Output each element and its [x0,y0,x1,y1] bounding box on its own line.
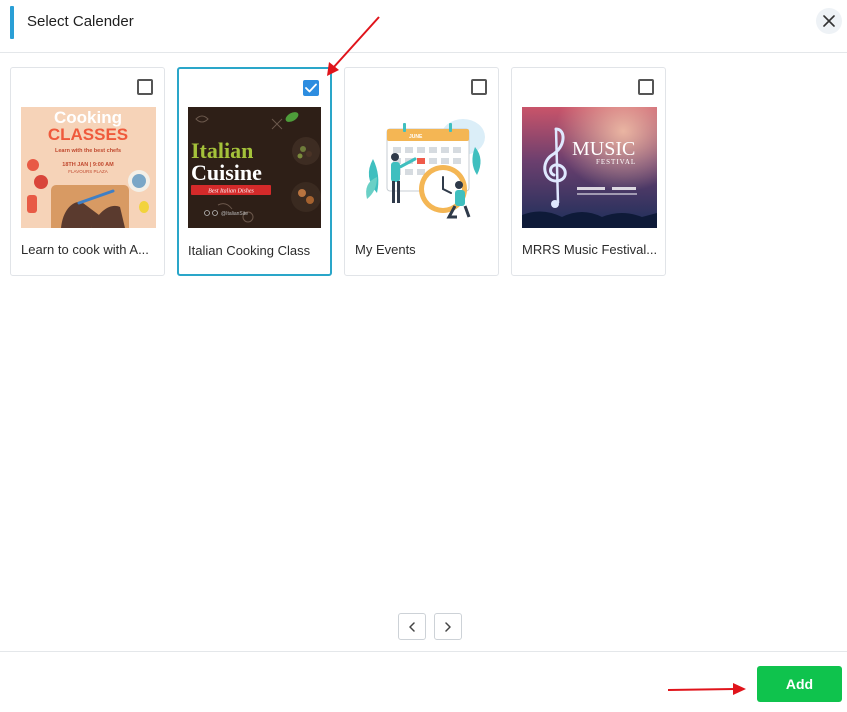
calendar-checkbox-checked[interactable] [303,80,319,96]
calendar-label: MRRS Music Festival... [522,242,658,257]
thumb-cooking-line2: CLASSES [48,125,128,144]
dialog-header: Select Calender [0,0,847,53]
calendar-card-my-events[interactable]: JUNE My Events [344,67,499,276]
pagination-next-button[interactable] [434,613,462,640]
chevron-left-icon [409,621,415,632]
thumb-music-line2: FESTIVAL [596,158,636,166]
calendar-thumbnail: MUSIC FESTIVAL [522,107,657,228]
calendar-label: My Events [355,242,416,257]
calendar-label: Italian Cooking Class [188,243,311,258]
calendar-thumbnail: Cooking CLASSES Learn with the best chef… [21,107,156,228]
header-accent-bar [10,6,14,39]
add-button[interactable]: Add [757,666,842,702]
calendar-card-cooking[interactable]: Cooking CLASSES Learn with the best chef… [10,67,165,276]
thumb-italian-badge: Best Italian Dishes [208,189,254,195]
close-button[interactable] [816,8,842,34]
thumb-cooking-tagline: Learn with the best chefs [55,148,121,154]
thumb-italian-handle: @ItalianSite [221,211,248,217]
check-icon [305,83,317,93]
calendar-thumbnail: JUNE [355,107,490,228]
footer-divider [0,651,847,652]
calendar-card-music[interactable]: MUSIC FESTIVAL MRRS Music Festival... [511,67,666,276]
calendar-checkbox[interactable] [137,79,153,95]
calendar-thumbnail: Italian Cuisine Best Italian Dishes @Ita… [188,107,323,228]
pagination-prev-button[interactable] [398,613,426,640]
chevron-right-icon [445,621,451,632]
thumb-cooking-venue: FLAVOURS PLAZA [68,169,107,174]
calendar-label: Learn to cook with A... [21,242,149,257]
calendar-checkbox[interactable] [471,79,487,95]
calendar-checkbox[interactable] [638,79,654,95]
thumb-cooking-date: 18TH JAN | 9:00 AM [62,162,114,168]
thumb-italian-line2: Cuisine [191,160,262,185]
dialog-title: Select Calender [27,13,134,30]
close-icon [823,15,835,27]
arrow-to-add-button-icon [667,683,746,695]
calendar-card-italian[interactable]: Italian Cuisine Best Italian Dishes @Ita… [177,67,332,276]
thumb-events-month: JUNE [409,134,423,140]
thumb-music-line1: MUSIC [572,138,635,160]
